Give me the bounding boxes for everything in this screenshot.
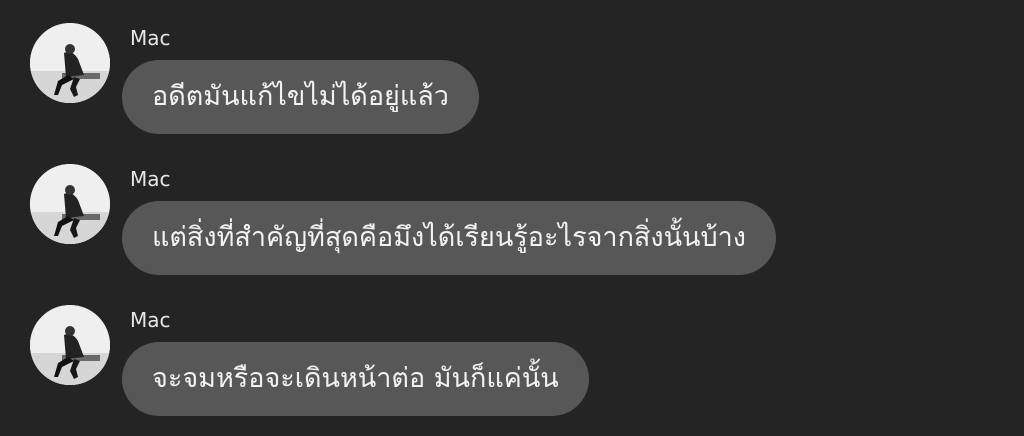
chat-thread: Mac อดีตมันแก้ไขไม่ได้อยู่แล้ว Mac แต่สิ… — [0, 0, 1024, 436]
profile-photo-icon — [30, 23, 110, 103]
message-bubble[interactable]: จะจมหรือจะเดินหน้าต่อ มันก็แค่นั้น — [122, 342, 589, 416]
message-bubble[interactable]: อดีตมันแก้ไขไม่ได้อยู่แล้ว — [122, 60, 479, 134]
profile-photo-icon — [30, 164, 110, 244]
avatar[interactable] — [30, 23, 110, 103]
sender-name: Mac — [130, 167, 171, 191]
sender-name: Mac — [130, 26, 171, 50]
sender-name: Mac — [130, 308, 171, 332]
profile-photo-icon — [30, 305, 110, 385]
message-bubble[interactable]: แต่สิ่งที่สำคัญที่สุดคือมึงได้เรียนรู้อะ… — [122, 201, 776, 275]
avatar[interactable] — [30, 305, 110, 385]
avatar[interactable] — [30, 164, 110, 244]
